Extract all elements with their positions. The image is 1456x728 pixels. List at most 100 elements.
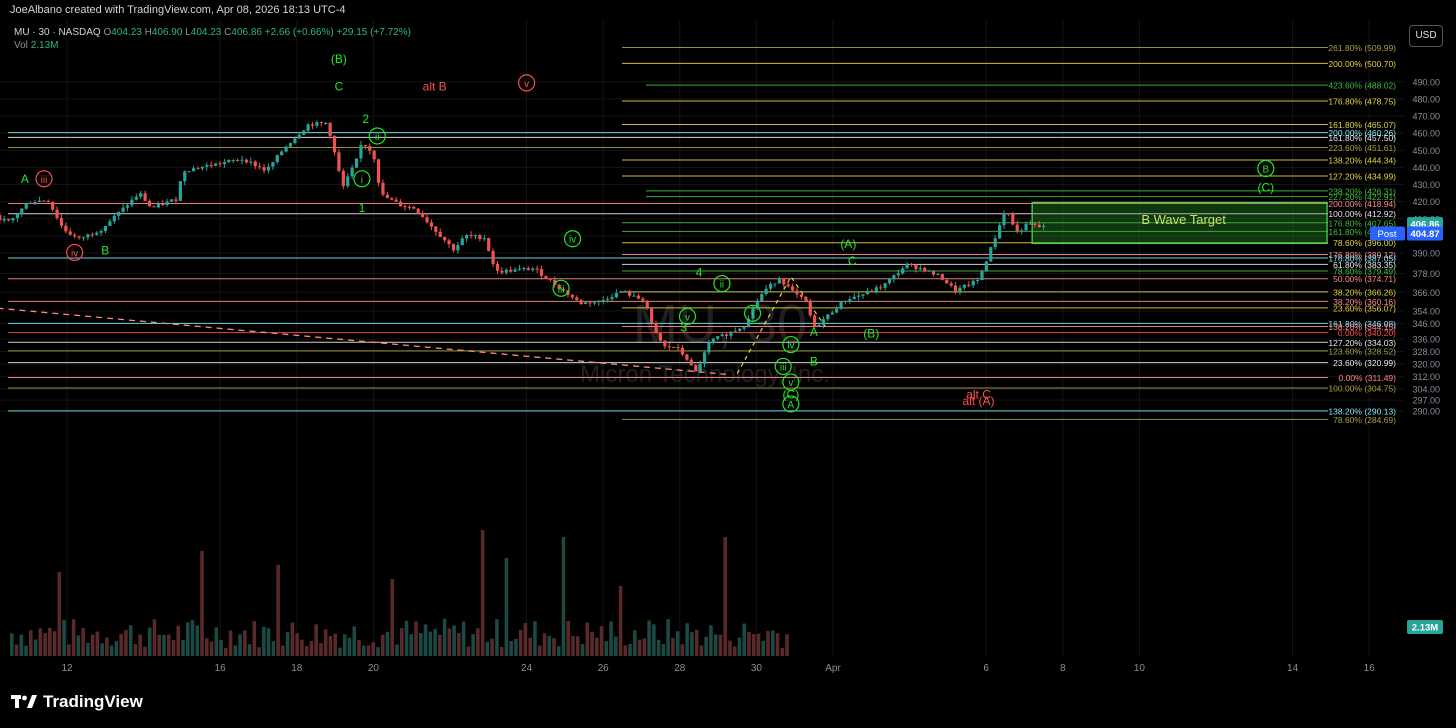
candle-body xyxy=(381,182,385,195)
candle-body xyxy=(244,159,249,163)
volume-bar xyxy=(633,630,637,656)
watermark-ticker: MU, 30 xyxy=(633,294,807,354)
candle-body xyxy=(901,268,905,274)
price-tick-label: 490.00 xyxy=(1412,77,1440,87)
volume-bar xyxy=(566,620,571,656)
volume-legend[interactable]: Vol 2.13M xyxy=(14,40,58,51)
candle-body xyxy=(597,300,601,303)
volume-bar xyxy=(24,645,28,656)
candle-body xyxy=(548,278,552,280)
price-tick-label: 304.00 xyxy=(1412,385,1440,395)
candle-body xyxy=(962,284,966,288)
candle-body xyxy=(37,200,42,202)
volume-bar xyxy=(480,530,485,656)
candle-body xyxy=(0,215,2,221)
volume-bar xyxy=(414,621,418,656)
candle-body xyxy=(998,225,1002,239)
volume-bar xyxy=(590,631,594,656)
wave-label: ii xyxy=(375,132,379,143)
candle-body xyxy=(526,268,530,270)
volume-bar xyxy=(675,631,680,656)
time-tick-label: 26 xyxy=(598,663,610,674)
time-tick-label: 8 xyxy=(1060,663,1066,674)
fib-level-label: 423.60% (488.02) xyxy=(1328,81,1396,91)
volume-bar xyxy=(699,645,704,656)
candle-body xyxy=(588,302,592,304)
volume-bar xyxy=(19,634,24,656)
volume-bar xyxy=(766,630,770,656)
ohlc-value-l: 404.23 xyxy=(190,27,222,38)
volume-bar xyxy=(300,639,304,656)
candle-body xyxy=(826,314,830,320)
time-tick-label: 6 xyxy=(983,663,989,674)
volume-bar xyxy=(157,634,161,656)
volume-bar xyxy=(67,644,71,656)
volume-bar xyxy=(390,579,395,656)
symbol-info-legend[interactable]: MU · 30 · NASDAQ O404.23 H406.90 L404.23… xyxy=(14,27,411,38)
candle-body xyxy=(504,269,508,273)
candle-body xyxy=(980,271,984,281)
volume-bar xyxy=(90,634,95,656)
volume-bar xyxy=(347,637,352,656)
wave-label: A xyxy=(810,325,818,339)
candle-body xyxy=(491,250,495,265)
ohlc-key-c: C xyxy=(221,27,232,38)
volume-bar xyxy=(442,618,447,656)
wave-label: (A) xyxy=(840,237,856,251)
candle-body xyxy=(738,328,742,331)
candle-body xyxy=(390,198,394,200)
volume-bar xyxy=(461,621,466,656)
currency-button[interactable]: USD xyxy=(1409,25,1443,47)
price-tick-label: 366.00 xyxy=(1412,288,1440,298)
candle-body xyxy=(861,294,865,296)
time-tick-label: Apr xyxy=(825,663,841,674)
candle-body xyxy=(513,269,517,272)
volume-bar xyxy=(295,633,299,656)
volume-bar xyxy=(704,636,708,656)
volume-bar xyxy=(628,643,632,656)
volume-bar xyxy=(547,635,551,656)
candle-body xyxy=(174,199,178,201)
candle-body xyxy=(874,287,878,292)
candle-body xyxy=(266,166,271,171)
ohlc-value-c: 406.86 xyxy=(231,27,262,38)
volume-bar xyxy=(176,625,181,656)
candle-body xyxy=(918,267,922,270)
volume-bar xyxy=(428,631,433,656)
candle-body xyxy=(51,201,55,210)
volume-bar xyxy=(200,551,204,656)
volume-bar xyxy=(81,627,85,656)
volume-bar xyxy=(143,646,147,656)
candle-body xyxy=(482,238,486,240)
candle-body xyxy=(372,150,376,160)
tradingview-logo[interactable]: TradingView xyxy=(11,692,143,712)
volume-bar xyxy=(323,629,328,656)
volume-bar xyxy=(457,632,461,656)
volume-bar xyxy=(247,644,252,656)
candle-body xyxy=(535,268,539,270)
volume-bar xyxy=(747,631,751,656)
candle-body xyxy=(641,298,645,301)
candle-body xyxy=(945,279,949,284)
volume-bar xyxy=(742,623,746,656)
candle-body xyxy=(200,166,204,169)
candle-body xyxy=(385,194,389,199)
candle-body xyxy=(20,208,24,215)
price-tick-label: 354.00 xyxy=(1412,307,1440,317)
volume-bar xyxy=(71,619,76,656)
candle-body xyxy=(892,275,896,280)
candle-body xyxy=(795,290,799,295)
candle-body xyxy=(196,168,200,170)
time-tick-label: 18 xyxy=(291,663,303,674)
price-chart[interactable]: MU, 30 Micron Technology, Inc. 261.80% (… xyxy=(0,0,1456,682)
price-tick-label: 378.00 xyxy=(1412,269,1440,279)
volume-bar xyxy=(43,633,47,656)
price-tick-label: 297.00 xyxy=(1412,396,1440,406)
symbol-name: MU · 30 · NASDAQ xyxy=(14,27,101,38)
volume-bar xyxy=(514,638,518,656)
volume-bar xyxy=(304,646,309,656)
volume-bar xyxy=(471,633,475,656)
candle-body xyxy=(623,291,627,293)
candle-body xyxy=(191,168,196,172)
volume-bar xyxy=(709,625,713,656)
